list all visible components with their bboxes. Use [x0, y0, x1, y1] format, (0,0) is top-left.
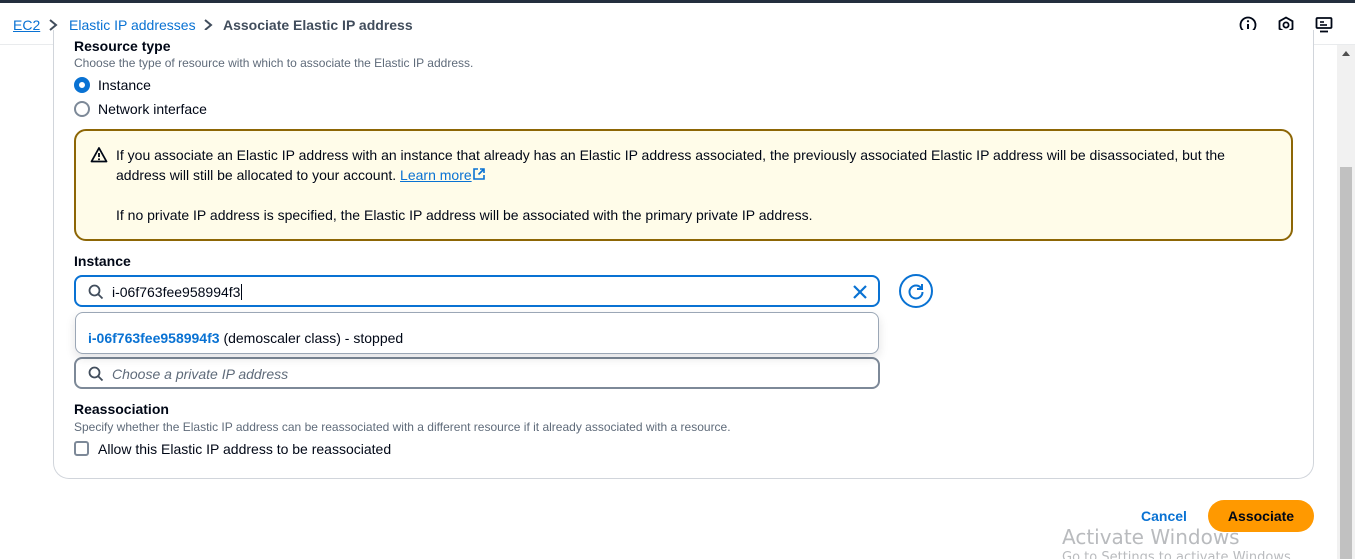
resource-type-label: Resource type: [74, 38, 171, 54]
reassociation-description: Specify whether the Elastic IP address c…: [74, 420, 731, 434]
refresh-button[interactable]: [899, 274, 933, 308]
search-icon: [88, 284, 104, 300]
text-caret: [241, 284, 243, 300]
breadcrumb-ec2[interactable]: EC2: [13, 16, 40, 34]
activate-windows-title: Activate Windows: [1062, 525, 1240, 549]
instance-label: Instance: [74, 253, 131, 269]
clear-icon[interactable]: [851, 283, 869, 301]
activate-windows-subtitle: Go to Settings to activate Windows.: [1062, 550, 1295, 559]
external-link-icon[interactable]: [472, 167, 486, 181]
refresh-icon: [908, 284, 924, 300]
warning-icon: [90, 147, 108, 163]
association-panel: [53, 30, 1314, 479]
private-ip-placeholder[interactable]: Choose a private IP address: [112, 365, 288, 383]
resource-type-description: Choose the type of resource with which t…: [74, 56, 474, 70]
alert-text-line1: If you associate an Elastic IP address w…: [116, 147, 1225, 163]
reassociation-checkbox-label[interactable]: Allow this Elastic IP address to be reas…: [98, 440, 391, 458]
reassociation-label: Reassociation: [74, 401, 169, 417]
feedback-icon[interactable]: [1314, 15, 1334, 35]
alert-text-line2: address will still be allocated to your …: [116, 165, 1276, 185]
dropdown-option-instance[interactable]: i-06f763fee958994f3 (demoscaler class) -…: [88, 329, 403, 347]
cancel-button[interactable]: Cancel: [1131, 506, 1197, 526]
instance-search-input[interactable]: i-06f763fee958994f3: [74, 275, 880, 307]
radio-network-interface-label[interactable]: Network interface: [98, 100, 207, 118]
alert-text-line2-body: address will still be allocated to your …: [116, 167, 397, 183]
dropdown-option-detail[interactable]: (demoscaler class) - stopped: [223, 330, 403, 346]
scroll-up-arrow-icon[interactable]: [1337, 47, 1355, 61]
instance-input-value[interactable]: i-06f763fee958994f3: [112, 283, 243, 301]
reassociation-checkbox[interactable]: [74, 441, 89, 456]
instance-input-text[interactable]: i-06f763fee958994f3: [112, 284, 240, 300]
private-ip-search-input[interactable]: Choose a private IP address: [74, 357, 880, 389]
radio-network-interface[interactable]: [74, 101, 90, 117]
instance-dropdown: i-06f763fee958994f3 (demoscaler class) -…: [75, 312, 879, 354]
scrollbar-thumb[interactable]: [1340, 167, 1352, 559]
learn-more-link[interactable]: Learn more: [400, 167, 472, 183]
alert-text-line3: If no private IP address is specified, t…: [116, 207, 813, 223]
dropdown-option-id[interactable]: i-06f763fee958994f3: [88, 330, 220, 346]
radio-instance[interactable]: [74, 77, 90, 93]
search-icon: [88, 366, 104, 382]
radio-instance-label[interactable]: Instance: [98, 76, 151, 94]
